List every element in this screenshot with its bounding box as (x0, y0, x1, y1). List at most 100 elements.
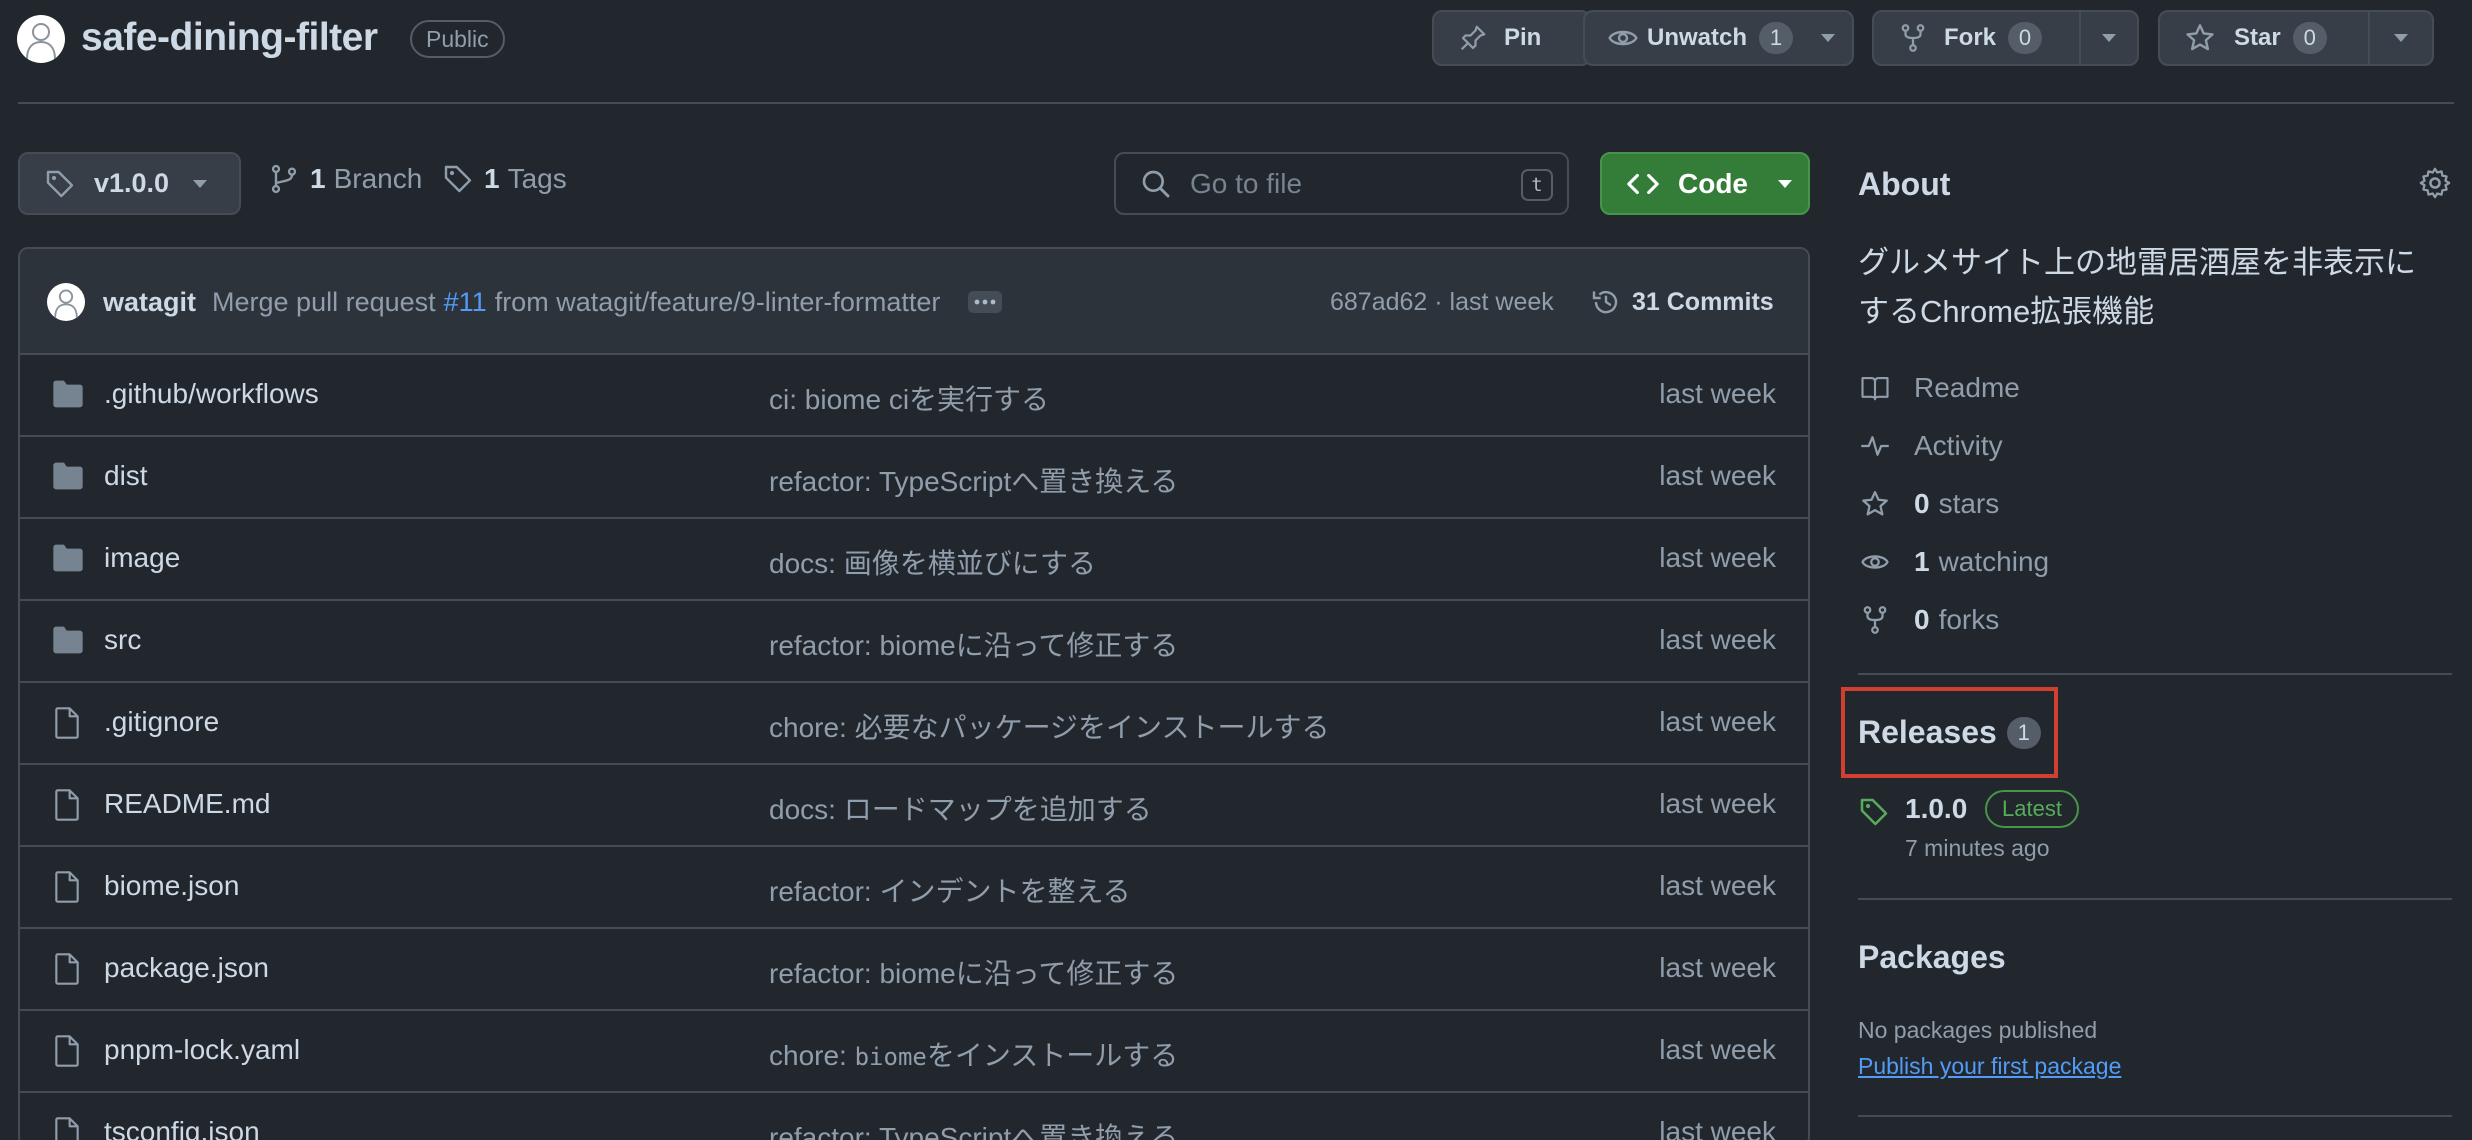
watching-link[interactable]: 1 watching (1858, 546, 2049, 578)
releases-count: 1 (2006, 716, 2041, 749)
latest-release-badge: Latest (1985, 790, 2079, 828)
pin-icon (1460, 25, 1486, 51)
fork-count: 0 (2008, 22, 2043, 54)
code-button-label: Code (1678, 167, 1748, 199)
file-name-link[interactable]: package.json (104, 952, 269, 984)
latest-release-link[interactable]: 1.0.0 (1905, 793, 1967, 825)
file-commit-message-link[interactable]: refactor: TypeScriptへ置き換える (769, 1116, 1178, 1140)
eye-icon (1861, 555, 1889, 569)
visibility-badge: Public (410, 20, 505, 58)
file-row: .github/workflows ci: biome ciを実行する last w… (20, 355, 1808, 437)
file-commit-time[interactable]: last week (1659, 378, 1776, 410)
file-icon-wrap (52, 953, 82, 985)
commit-message-prefix[interactable]: Merge pull request (212, 287, 436, 318)
commit-hash-time[interactable]: 687ad62 · last week (1330, 288, 1554, 317)
tag-icon (444, 165, 472, 193)
file-commit-time[interactable]: last week (1659, 624, 1776, 656)
file-name-link[interactable]: tsconfig.json (104, 1116, 260, 1140)
commit-pr-link[interactable]: #11 (444, 287, 487, 318)
file-name-link[interactable]: src (104, 624, 141, 656)
file-name-link[interactable]: .github/workflows (104, 378, 319, 410)
header-divider (18, 102, 2454, 104)
caret-down-icon (193, 179, 208, 188)
commit-message-suffix: をインストールする (926, 1040, 1179, 1071)
latest-commit-row: watagit Merge pull request #11 from wata… (20, 249, 1808, 355)
star-button-group: Star 0 (2158, 10, 2434, 66)
file-commit-message-link[interactable]: chore: biomeをインストールする (769, 1034, 1178, 1074)
file-commit-time[interactable]: last week (1659, 870, 1776, 902)
tags-link[interactable]: 1 Tags (442, 163, 567, 195)
about-divider (1858, 673, 2452, 675)
commit-message-expand-button[interactable] (968, 291, 1003, 313)
unwatch-button[interactable]: Unwatch 1 (1585, 12, 1803, 64)
releases-heading-link[interactable]: Releases 1 (1858, 714, 2041, 751)
stars-label: stars (1938, 488, 2000, 519)
commit-message-suffix[interactable]: from watagit/feature/9-linter-formatter (495, 287, 941, 318)
file-commit-time[interactable]: last week (1659, 460, 1776, 492)
file-commit-message-link[interactable]: refactor: インデントを整える (769, 870, 1131, 910)
file-commit-time[interactable]: last week (1659, 788, 1776, 820)
star-dropdown-button[interactable] (2370, 12, 2432, 64)
packages-heading[interactable]: Packages (1858, 939, 2006, 976)
tag-selector-button[interactable]: v1.0.0 (18, 152, 241, 215)
code-button[interactable]: Code (1600, 152, 1810, 215)
file-row: biome.json refactor: インデントを整える last week (20, 847, 1808, 929)
file-commit-time[interactable]: last week (1659, 706, 1776, 738)
file-commit-time[interactable]: last week (1659, 952, 1776, 984)
file-commit-time[interactable]: last week (1659, 1034, 1776, 1066)
activity-label: Activity (1914, 430, 2003, 461)
pin-button[interactable]: Pin (1432, 10, 1591, 66)
go-to-file-input[interactable]: Go to file t (1114, 152, 1569, 215)
star-button[interactable]: Star 0 (2160, 12, 2368, 64)
file-commit-time[interactable]: last week (1659, 1116, 1776, 1140)
file-name-link[interactable]: dist (104, 460, 148, 492)
stars-link[interactable]: 0 stars (1858, 488, 1999, 520)
branches-link[interactable]: 1 Branch (268, 163, 422, 195)
folder-icon (53, 626, 83, 654)
star-icon (1862, 491, 1888, 516)
file-commit-message-link[interactable]: chore: 必要なパッケージをインストールする (769, 706, 1329, 746)
file-row: tsconfig.json refactor: TypeScriptへ置き換える l… (20, 1093, 1808, 1140)
file-commit-message-link[interactable]: ci: biome ciを実行する (769, 378, 1049, 418)
go-to-file-placeholder: Go to file (1190, 167, 1303, 199)
tags-count: 1 (484, 163, 500, 194)
file-commit-message-link[interactable]: refactor: biomeに沿って修正する (769, 952, 1178, 992)
commits-history-link[interactable]: 31 Commits (1590, 286, 1774, 318)
forks-link[interactable]: 0 forks (1858, 604, 1999, 636)
repo-owner-avatar[interactable] (17, 15, 65, 63)
file-name-link[interactable]: biome.json (104, 870, 239, 902)
fork-button-group: Fork 0 (1872, 10, 2139, 66)
file-name-link[interactable]: README.md (104, 788, 270, 820)
edit-about-button[interactable] (2418, 166, 2452, 200)
caret-down-icon (1778, 179, 1792, 188)
fork-button[interactable]: Fork 0 (1874, 12, 2079, 64)
readme-link[interactable]: Readme (1858, 372, 2020, 404)
file-row: pnpm-lock.yaml chore: biomeをインストールする last … (20, 1011, 1808, 1093)
file-commit-message-link[interactable]: refactor: biomeに沿って修正する (769, 624, 1178, 664)
watch-dropdown-button[interactable] (1803, 12, 1852, 64)
fork-dropdown-button[interactable] (2081, 12, 2137, 64)
file-browser: watagit Merge pull request #11 from wata… (18, 247, 1810, 1140)
file-commit-message-link[interactable]: docs: 画像を横並びにする (769, 542, 1096, 582)
commit-author[interactable]: watagit (103, 287, 196, 318)
book-icon (1861, 376, 1889, 401)
commit-message-code: biome (854, 1043, 927, 1071)
file-commit-message-link[interactable]: docs: ロードマップを追加する (769, 788, 1152, 828)
search-icon (1142, 170, 1170, 197)
commit-author-avatar[interactable] (47, 283, 85, 321)
file-name-link[interactable]: .gitignore (104, 706, 219, 738)
folder-icon-wrap (52, 543, 84, 573)
branch-label: Branch (333, 163, 423, 194)
activity-link[interactable]: Activity (1858, 430, 2003, 462)
release-tag-icon-wrap (1858, 796, 1890, 828)
file-name-link[interactable]: image (104, 542, 180, 574)
watch-button-group: Unwatch 1 (1583, 10, 1854, 66)
forks-label: forks (1938, 604, 2000, 635)
file-commit-message-link[interactable]: refactor: TypeScriptへ置き換える (769, 460, 1178, 500)
branch-count: 1 (310, 163, 326, 194)
commits-count: 31 Commits (1632, 287, 1774, 316)
file-commit-time[interactable]: last week (1659, 542, 1776, 574)
file-name-link[interactable]: pnpm-lock.yaml (104, 1034, 300, 1066)
repo-name[interactable]: safe-dining-filter (81, 16, 378, 60)
publish-package-link[interactable]: Publish your first package (1858, 1053, 2121, 1080)
